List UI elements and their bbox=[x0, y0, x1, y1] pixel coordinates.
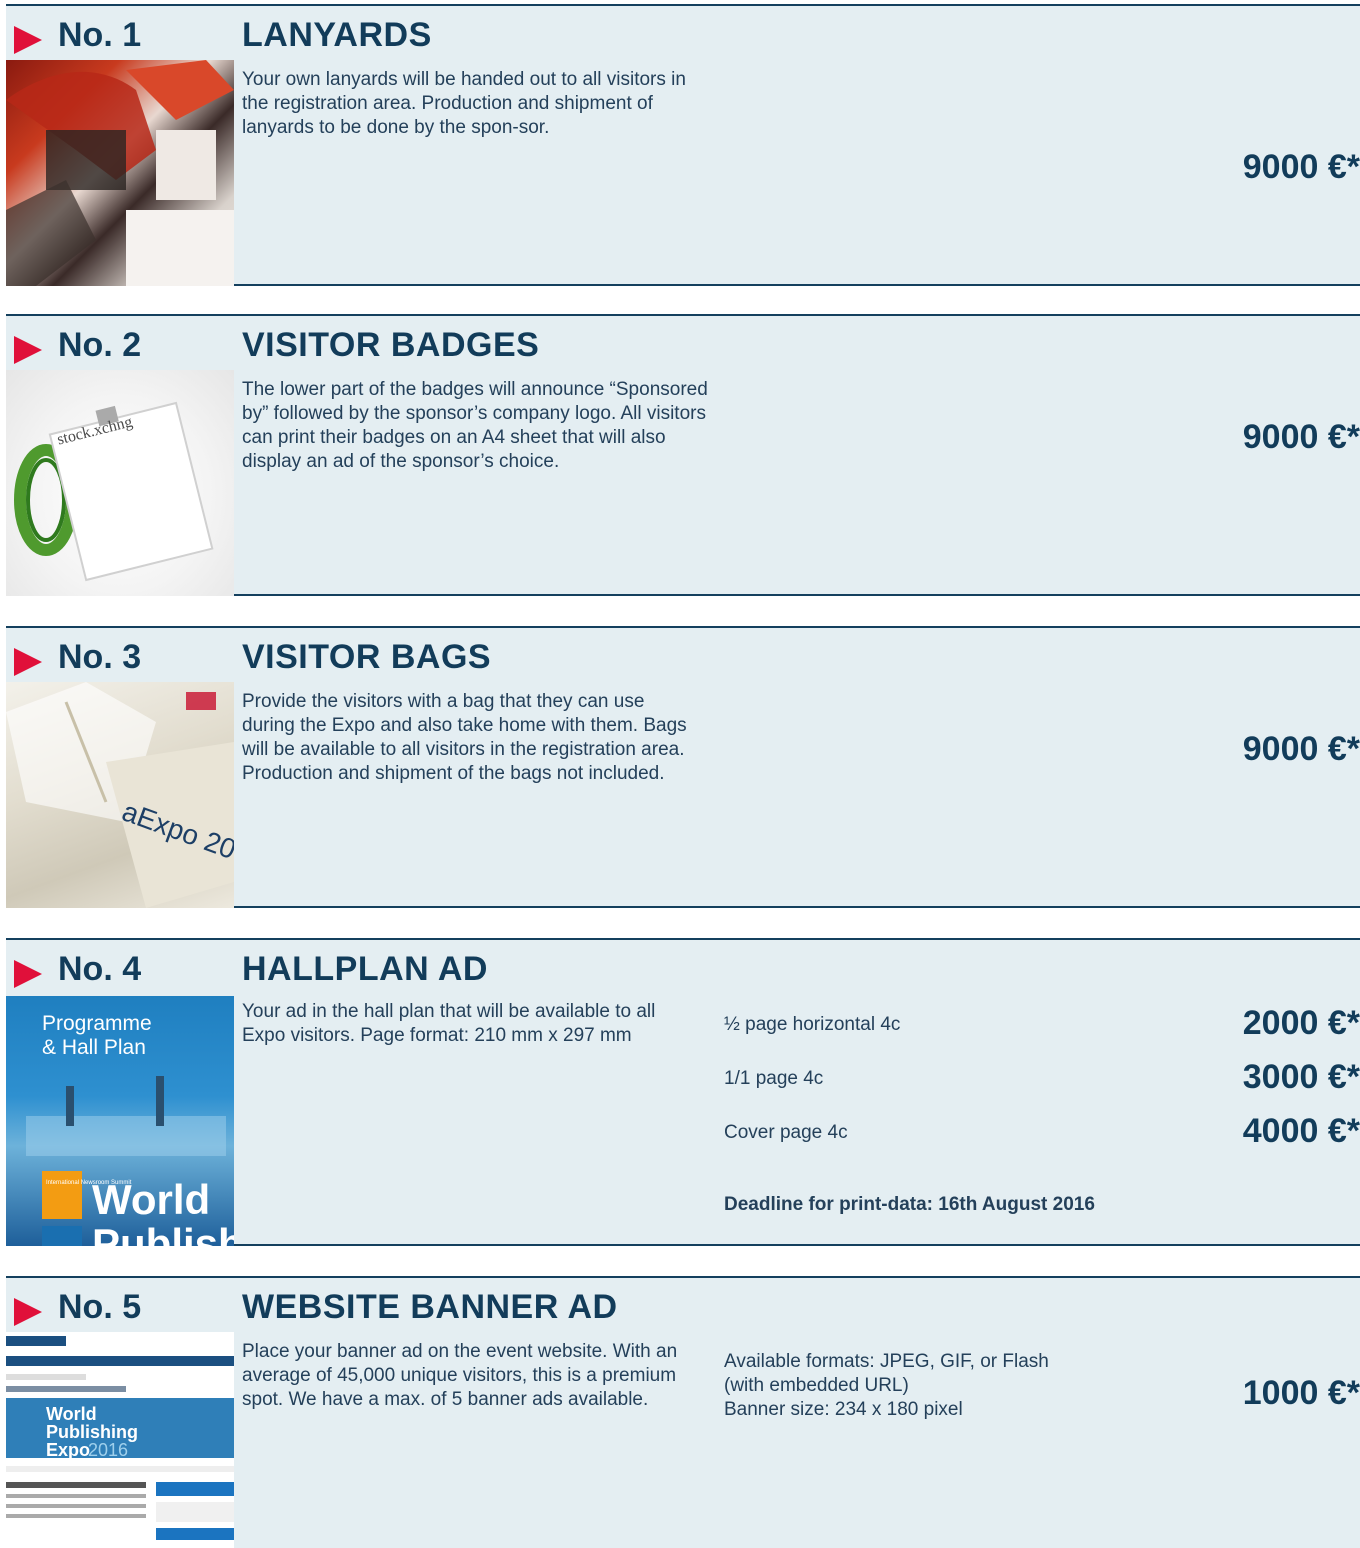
item-number: No. 4 bbox=[58, 950, 142, 988]
section-header: No. 2 VISITOR BADGES bbox=[0, 322, 1360, 372]
site-expo-text: Expo bbox=[46, 1440, 90, 1460]
top-rule bbox=[6, 4, 1360, 6]
item-number: No. 5 bbox=[58, 1288, 142, 1326]
item-description: Your ad in the hall plan that will be av… bbox=[242, 1001, 656, 1046]
top-rule bbox=[6, 626, 1360, 628]
section-header: No. 1 LANYARDS bbox=[0, 12, 1360, 62]
section-website-banner-ad: No. 5 WEBSITE BANNER AD World Publishing… bbox=[0, 1276, 1360, 1548]
item-price: 9000 €* bbox=[1242, 418, 1360, 456]
formats-line: (with embedded URL) bbox=[724, 1375, 909, 1396]
item-title: LANYARDS bbox=[242, 16, 432, 54]
option-price: 2000 €* bbox=[1242, 1004, 1360, 1042]
hall-plan-cover: Programme & Hall Plan International News… bbox=[6, 996, 234, 1246]
play-arrow-icon bbox=[14, 336, 42, 364]
site-world-text: World bbox=[46, 1404, 97, 1424]
bottom-rule bbox=[234, 1244, 1360, 1246]
bags-photo: aExpo 20 bbox=[6, 682, 234, 908]
banner-formats: Available formats: JPEG, GIF, or Flash (… bbox=[724, 1350, 1144, 1422]
item-title: HALLPLAN AD bbox=[242, 950, 488, 988]
bottom-rule bbox=[234, 906, 1360, 908]
option-label: Cover page 4c bbox=[724, 1122, 848, 1143]
cover-subheading: & Hall Plan bbox=[42, 1036, 146, 1059]
section-header: No. 5 WEBSITE BANNER AD bbox=[0, 1284, 1360, 1334]
site-year-text: 2016 bbox=[88, 1440, 128, 1460]
item-title: WEBSITE BANNER AD bbox=[242, 1288, 618, 1326]
top-rule bbox=[6, 938, 1360, 940]
option-label: 1/1 page 4c bbox=[724, 1068, 824, 1089]
option-label: ½ page horizontal 4c bbox=[724, 1014, 901, 1035]
cover-world-text: World bbox=[92, 1176, 210, 1223]
section-visitor-bags: No. 3 VISITOR BAGS aExpo 20 Provide the … bbox=[0, 626, 1360, 908]
play-arrow-icon bbox=[14, 1298, 42, 1326]
item-description: Place your banner ad on the event websit… bbox=[242, 1341, 678, 1410]
bottom-rule bbox=[234, 594, 1360, 596]
item-description: Provide the visitors with a bag that the… bbox=[242, 691, 687, 784]
section-header: No. 3 VISITOR BAGS bbox=[0, 634, 1360, 684]
play-arrow-icon bbox=[14, 648, 42, 676]
item-title: VISITOR BAGS bbox=[242, 638, 492, 676]
top-rule bbox=[6, 314, 1360, 316]
section-hallplan-ad: No. 4 HALLPLAN AD Programme & Hall Plan … bbox=[0, 938, 1360, 1246]
site-publishing-text: Publishing bbox=[46, 1422, 138, 1442]
item-number: No. 2 bbox=[58, 326, 142, 364]
item-title: VISITOR BADGES bbox=[242, 326, 540, 364]
play-arrow-icon bbox=[14, 960, 42, 988]
section-visitor-badges: No. 2 VISITOR BADGES stock.xchng The low… bbox=[0, 314, 1360, 596]
cover-heading: Programme bbox=[42, 1012, 152, 1035]
print-deadline: Deadline for print-data: 16th August 201… bbox=[724, 1194, 1095, 1215]
badge-photo: stock.xchng bbox=[6, 370, 234, 596]
cover-publish-text: Publish bbox=[92, 1220, 234, 1246]
formats-line: Banner size: 234 x 180 pixel bbox=[724, 1399, 963, 1420]
play-arrow-icon bbox=[14, 26, 42, 54]
option-price: 4000 €* bbox=[1242, 1112, 1360, 1150]
section-header: No. 4 HALLPLAN AD bbox=[0, 946, 1360, 996]
option-price: 3000 €* bbox=[1242, 1058, 1360, 1096]
item-number: No. 1 bbox=[58, 16, 142, 54]
section-lanyards: No. 1 LANYARDS Your own lanyards will be… bbox=[0, 4, 1360, 286]
item-number: No. 3 bbox=[58, 638, 142, 676]
item-description: The lower part of the badges will announ… bbox=[242, 379, 708, 472]
top-rule bbox=[6, 1276, 1360, 1278]
formats-line: Available formats: JPEG, GIF, or Flash bbox=[724, 1351, 1049, 1372]
item-price: 9000 €* bbox=[1242, 148, 1360, 186]
lanyards-photo bbox=[6, 60, 234, 286]
website-screenshot: World Publishing Expo 2016 bbox=[6, 1332, 234, 1548]
bottom-rule bbox=[234, 284, 1360, 286]
item-description: Your own lanyards will be handed out to … bbox=[242, 69, 686, 138]
item-price: 9000 €* bbox=[1242, 730, 1360, 768]
item-price: 1000 €* bbox=[1242, 1374, 1360, 1412]
